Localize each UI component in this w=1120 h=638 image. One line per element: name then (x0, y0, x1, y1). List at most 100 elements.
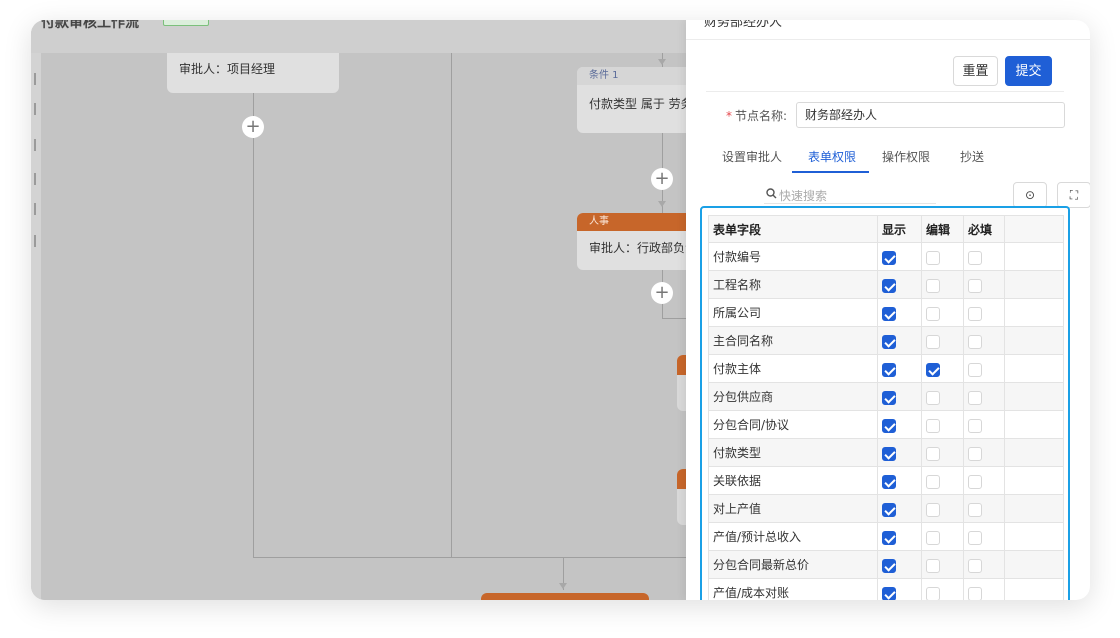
show-checkbox[interactable] (882, 558, 896, 573)
empty-cell (1004, 466, 1064, 495)
show-checkbox[interactable] (882, 390, 896, 405)
hr-approver-node-card[interactable]: 人事 审批人：行政部负责人 (577, 213, 686, 270)
submit-button[interactable]: 提交 (1005, 56, 1052, 86)
field-settings-button[interactable]: ⊙ (1013, 182, 1047, 208)
edit-checkbox[interactable] (926, 502, 940, 517)
branch-node-header (677, 469, 686, 489)
edit-checkbox[interactable] (926, 390, 940, 405)
edit-checkbox[interactable] (926, 334, 940, 349)
show-checkbox[interactable] (882, 362, 896, 377)
approver-node-text: 审批人：项目经理 (179, 62, 276, 76)
table-row: 产值/成本对账 (708, 578, 1064, 600)
edit-checkbox[interactable] (926, 418, 940, 433)
required-cell (963, 466, 1005, 495)
tab-operation-permission[interactable]: 操作权限 (882, 148, 930, 174)
node-settings-drawer: 财务部经办人 重置 提交 * 节点名称: 财务部经办人 设置审批人 表单权限 操作… (686, 20, 1090, 600)
settings-icon: ⊙ (1024, 188, 1036, 202)
required-checkbox[interactable] (968, 418, 982, 433)
required-checkbox[interactable] (968, 250, 982, 265)
node-name-label: * 节点名称: (726, 107, 787, 124)
show-checkbox[interactable] (882, 530, 896, 545)
table-row: 分包供应商 (708, 382, 1064, 411)
edit-checkbox[interactable] (926, 558, 940, 573)
empty-cell (1004, 578, 1064, 600)
field-name-cell: 关联依据 (708, 466, 878, 495)
required-checkbox[interactable] (968, 502, 982, 517)
tab-cc[interactable]: 抄送 (960, 148, 984, 174)
show-checkbox[interactable] (882, 306, 896, 321)
column-header-show[interactable]: 显示 (877, 215, 922, 243)
show-cell (877, 382, 922, 411)
edit-checkbox[interactable] (926, 530, 940, 545)
show-checkbox[interactable] (882, 474, 896, 489)
table-row: 分包合同最新总价 (708, 550, 1064, 579)
required-checkbox[interactable] (968, 530, 982, 545)
edit-checkbox[interactable] (926, 250, 940, 265)
required-checkbox[interactable] (968, 446, 982, 461)
column-header-edit[interactable]: 编辑 (921, 215, 964, 243)
app-window: 付款审核工作流 审批人：项目经理 + 条件 1 付款类型 属于 劳务 + 人事 … (31, 20, 1090, 600)
edit-checkbox[interactable] (926, 586, 940, 600)
required-cell (963, 550, 1005, 579)
required-checkbox[interactable] (968, 278, 982, 293)
connector-line (253, 557, 686, 558)
required-cell (963, 438, 1005, 467)
empty-cell (1004, 522, 1064, 551)
table-row: 工程名称 (708, 270, 1064, 299)
tab-set-approver[interactable]: 设置审批人 (722, 148, 782, 174)
search-icon (766, 186, 777, 200)
reset-button[interactable]: 重置 (953, 56, 998, 86)
fullscreen-button[interactable]: ⛶ (1057, 182, 1090, 208)
add-node-button[interactable]: + (651, 282, 673, 304)
required-cell (963, 326, 1005, 355)
required-checkbox[interactable] (968, 362, 982, 377)
column-header-required[interactable]: 必填 (963, 215, 1005, 243)
edit-cell (921, 298, 964, 327)
show-checkbox[interactable] (882, 502, 896, 517)
required-checkbox[interactable] (968, 474, 982, 489)
edit-checkbox[interactable] (926, 278, 940, 293)
condition-node-header: 条件 1 (577, 67, 686, 85)
required-checkbox[interactable] (968, 306, 982, 321)
quick-search[interactable]: 快速搜索 (764, 186, 936, 204)
show-checkbox[interactable] (882, 586, 896, 600)
edit-cell (921, 410, 964, 439)
condition-node-card[interactable]: 条件 1 付款类型 属于 劳务 (577, 67, 686, 133)
show-checkbox[interactable] (882, 250, 896, 265)
show-checkbox[interactable] (882, 446, 896, 461)
edit-checkbox[interactable] (926, 474, 940, 489)
required-checkbox[interactable] (968, 390, 982, 405)
show-cell (877, 354, 922, 383)
edit-checkbox[interactable] (926, 362, 940, 377)
add-node-button[interactable]: + (242, 116, 264, 138)
condition-node-text: 付款类型 属于 劳务 (589, 97, 686, 111)
table-row: 产值/预计总收入 (708, 522, 1064, 551)
field-name-cell: 付款类型 (708, 438, 878, 467)
show-checkbox[interactable] (882, 334, 896, 349)
table-row: 付款主体 (708, 354, 1064, 383)
table-body: 付款编号 工程名称 所属公司 主合同名称 付款主体 分包供应商 分包合同/协议 付款类型 关联依… (708, 242, 1064, 600)
approver-node-card[interactable]: 审批人：项目经理 (167, 53, 339, 93)
add-node-button[interactable]: + (651, 168, 673, 190)
empty-cell (1004, 354, 1064, 383)
edit-checkbox[interactable] (926, 446, 940, 461)
required-checkbox[interactable] (968, 586, 982, 600)
required-cell (963, 578, 1005, 600)
next-node-card[interactable] (481, 593, 649, 600)
show-checkbox[interactable] (882, 418, 896, 433)
workflow-canvas[interactable]: 审批人：项目经理 + 条件 1 付款类型 属于 劳务 + 人事 审批人：行政部负… (41, 53, 686, 600)
field-name-cell: 分包供应商 (708, 382, 878, 411)
arrow-icon (658, 201, 666, 207)
node-name-input[interactable]: 财务部经办人 (796, 102, 1065, 128)
required-cell (963, 242, 1005, 271)
arrow-icon (658, 59, 666, 65)
required-checkbox[interactable] (968, 334, 982, 349)
table-header-row: 表单字段 显示 编辑 必填 (708, 215, 1064, 243)
hr-node-text: 审批人：行政部负责人 (589, 241, 686, 255)
required-checkbox[interactable] (968, 558, 982, 573)
required-cell (963, 270, 1005, 299)
required-mark: * (726, 109, 732, 123)
empty-cell (1004, 242, 1064, 271)
show-checkbox[interactable] (882, 278, 896, 293)
edit-checkbox[interactable] (926, 306, 940, 321)
